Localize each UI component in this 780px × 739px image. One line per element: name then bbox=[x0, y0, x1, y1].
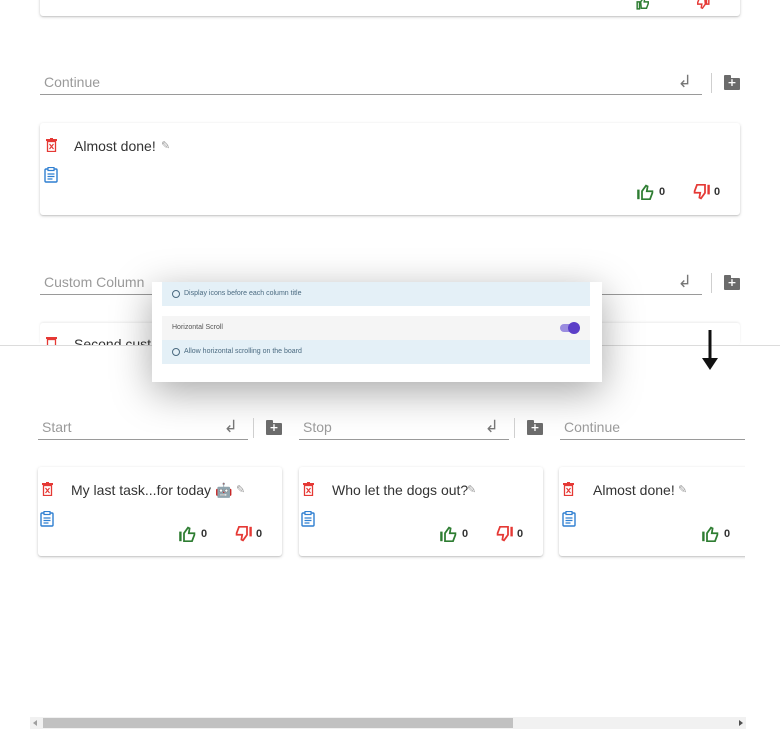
divider bbox=[711, 273, 712, 293]
horizontal-scroll-toggle[interactable] bbox=[560, 322, 580, 334]
divider bbox=[514, 418, 515, 438]
like-button[interactable]: 0 bbox=[636, 183, 665, 201]
trash-icon[interactable] bbox=[563, 482, 574, 496]
continue-column-input[interactable]: Continue ↲ bbox=[40, 73, 702, 95]
stop-column-input[interactable]: Stop ↲ bbox=[299, 418, 509, 440]
dislike-button[interactable]: 0 bbox=[494, 525, 523, 543]
add-folder-icon[interactable] bbox=[724, 75, 740, 90]
divider bbox=[711, 73, 712, 93]
add-folder-icon[interactable] bbox=[266, 420, 282, 435]
input-placeholder: Start bbox=[42, 419, 72, 435]
like-count: 0 bbox=[659, 186, 666, 199]
pencil-icon[interactable]: ✎ bbox=[236, 483, 245, 496]
card-almost-done: Almost done! ✎ 0 bbox=[559, 467, 745, 556]
like-count: 0 bbox=[724, 528, 731, 541]
board-scroll-area[interactable]: Start ↲ My last task...for today 🤖 ✎ 0 0… bbox=[0, 346, 745, 716]
card-title: Almost done! bbox=[74, 138, 156, 154]
card-title: Almost done! bbox=[593, 482, 675, 498]
enter-icon[interactable]: ↲ bbox=[678, 73, 692, 91]
card-who-let-the-dogs-out: Who let the dogs out? ✎ 0 0 bbox=[299, 467, 543, 556]
scrollbar-thumb[interactable] bbox=[43, 718, 513, 728]
display-icons-info: Display icons before each column title bbox=[162, 282, 590, 306]
dislike-count: 0 bbox=[517, 528, 524, 541]
like-button[interactable]: 0 bbox=[178, 525, 207, 543]
input-placeholder: Custom Column bbox=[44, 274, 145, 290]
clipboard-icon[interactable] bbox=[44, 167, 58, 183]
previous-card-fragment bbox=[40, 0, 740, 16]
display-icons-hint: Display icons before each column title bbox=[184, 290, 302, 297]
trash-icon[interactable] bbox=[303, 482, 314, 496]
card-title: My last task...for today 🤖 bbox=[71, 482, 233, 498]
horizontal-scroll-label: Horizontal Scroll bbox=[172, 324, 223, 331]
pencil-icon[interactable]: ✎ bbox=[678, 483, 687, 496]
clipboard-icon[interactable] bbox=[562, 511, 576, 527]
start-column-input[interactable]: Start ↲ bbox=[38, 418, 248, 440]
divider bbox=[253, 418, 254, 438]
like-button[interactable]: 0 bbox=[701, 525, 730, 543]
continue-column-input[interactable]: Continue bbox=[560, 418, 745, 440]
trash-icon[interactable] bbox=[46, 138, 57, 152]
trash-icon[interactable] bbox=[42, 482, 53, 496]
thumb-up-icon[interactable] bbox=[636, 0, 650, 12]
card-my-last-task: My last task...for today 🤖 ✎ 0 0 bbox=[38, 467, 282, 556]
dislike-count: 0 bbox=[256, 528, 263, 541]
like-count: 0 bbox=[201, 528, 208, 541]
dislike-button[interactable]: 0 bbox=[233, 525, 262, 543]
dislike-count: 0 bbox=[714, 186, 721, 199]
card-title: Who let the dogs out? bbox=[332, 482, 469, 498]
pencil-icon[interactable]: ✎ bbox=[467, 483, 476, 496]
horizontal-scroll-setting[interactable]: Horizontal Scroll bbox=[162, 316, 590, 340]
pencil-icon[interactable]: ✎ bbox=[161, 139, 170, 152]
enter-icon[interactable]: ↲ bbox=[224, 418, 238, 436]
dislike-button[interactable]: 0 bbox=[691, 183, 720, 201]
clipboard-icon[interactable] bbox=[301, 511, 315, 527]
like-button[interactable]: 0 bbox=[439, 525, 468, 543]
info-icon bbox=[172, 290, 180, 298]
input-placeholder: Continue bbox=[44, 74, 101, 90]
scroll-right-arrow-icon[interactable] bbox=[739, 720, 743, 726]
add-folder-icon[interactable] bbox=[527, 420, 543, 435]
clipboard-icon[interactable] bbox=[40, 511, 54, 527]
like-count: 0 bbox=[462, 528, 469, 541]
thumb-down-icon[interactable] bbox=[696, 0, 710, 12]
add-folder-icon[interactable] bbox=[724, 275, 740, 290]
trash-icon[interactable] bbox=[46, 336, 57, 345]
card-title: Second cust bbox=[74, 336, 152, 345]
enter-icon[interactable]: ↲ bbox=[678, 273, 692, 291]
scroll-left-arrow-icon[interactable] bbox=[33, 720, 37, 726]
input-placeholder: Continue bbox=[564, 419, 621, 435]
horizontal-scrollbar[interactable] bbox=[30, 717, 746, 729]
input-placeholder: Stop bbox=[303, 419, 332, 435]
enter-icon[interactable]: ↲ bbox=[485, 418, 499, 436]
card-almost-done: Almost done! ✎ 0 0 bbox=[40, 123, 740, 215]
